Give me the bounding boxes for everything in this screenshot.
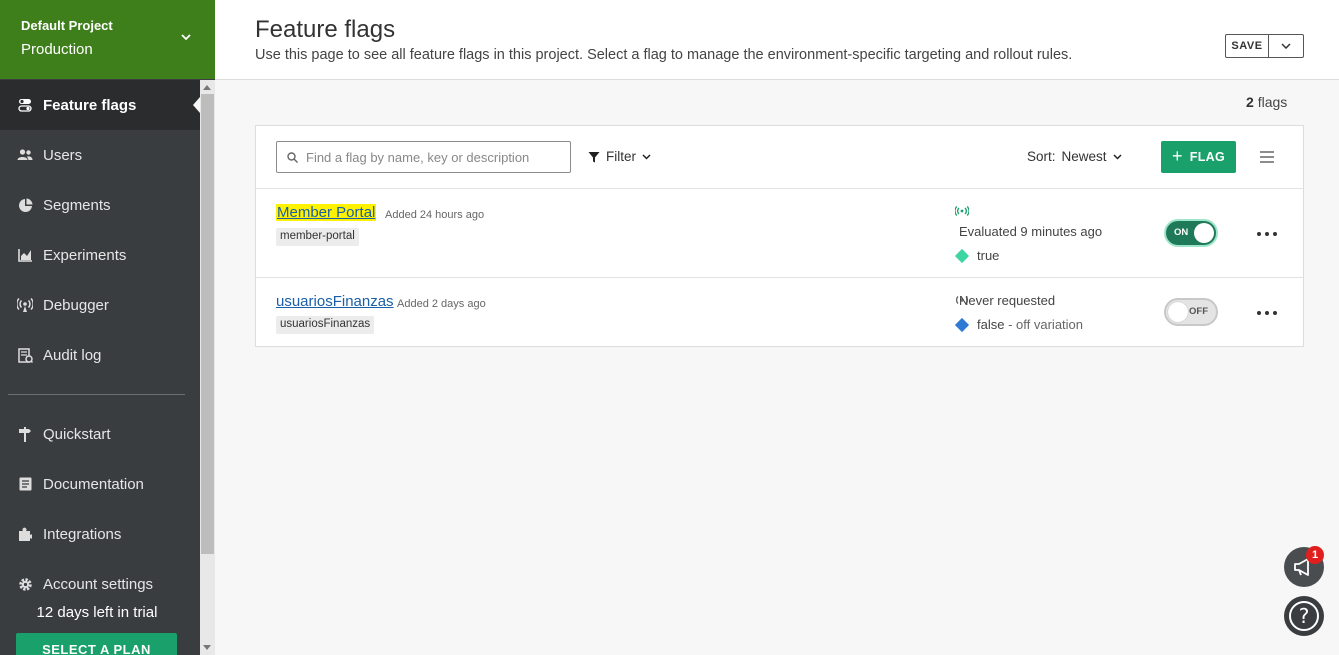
- evaluation-status: Never requested: [959, 293, 1056, 308]
- flag-added-time: Added 2 days ago: [397, 298, 486, 310]
- trial-status: 12 days left in trial: [36, 604, 158, 621]
- users-icon: [17, 147, 33, 163]
- add-flag-label: FLAG: [1189, 150, 1226, 164]
- chevron-down-icon: [1113, 153, 1122, 160]
- notification-badge: 1: [1306, 546, 1324, 564]
- filter-icon: [588, 151, 600, 162]
- signpost-icon: [17, 426, 33, 442]
- flag-name-link[interactable]: Member Portal: [276, 204, 377, 221]
- sidebar-item-debugger[interactable]: Debugger: [0, 280, 200, 330]
- search-input[interactable]: [306, 149, 566, 165]
- flag-key: member-portal: [276, 228, 359, 246]
- flag-variation: false - off variation: [954, 317, 1084, 332]
- audit-log-icon: [17, 347, 33, 363]
- sidebar-divider: [8, 394, 185, 395]
- flag-count: 2 flags: [1246, 94, 1287, 110]
- more-options-icon[interactable]: [1257, 306, 1277, 320]
- save-options-button[interactable]: [1269, 35, 1303, 57]
- page-description: Use this page to see all feature flags i…: [255, 47, 1073, 63]
- scroll-up-arrow-icon[interactable]: [203, 85, 211, 90]
- broadcast-icon: [17, 297, 33, 313]
- sidebar-item-audit-log[interactable]: Audit log: [0, 330, 200, 380]
- sort-dropdown[interactable]: Sort: Newest: [1027, 149, 1122, 164]
- sidebar-item-users[interactable]: Users: [0, 130, 200, 180]
- flag-toggle[interactable]: ON: [1164, 219, 1218, 247]
- sidebar-item-label: Experiments: [43, 246, 127, 264]
- sidebar-item-label: Account settings: [43, 575, 154, 593]
- scroll-thumb[interactable]: [201, 94, 214, 554]
- variation-note: - off variation: [1008, 317, 1084, 332]
- evaluation-status: Evaluated 9 minutes ago: [959, 224, 1103, 239]
- pie-chart-icon: [17, 197, 33, 213]
- flag-row[interactable]: Member Portal Added 24 hours ago member-…: [256, 189, 1303, 278]
- flag-count-label: flags: [1257, 94, 1288, 110]
- plus-icon: +: [1171, 145, 1183, 166]
- sidebar-item-label: Feature flags: [43, 96, 137, 114]
- flag-count-number: 2: [1246, 94, 1254, 110]
- select-plan-button[interactable]: SELECT A PLAN: [16, 633, 177, 655]
- project-switcher[interactable]: Default Project Production: [0, 0, 215, 79]
- sidebar-item-label: Audit log: [43, 346, 102, 364]
- hamburger-menu-icon[interactable]: [1260, 151, 1274, 163]
- gear-icon: [17, 576, 33, 592]
- sidebar-item-experiments[interactable]: Experiments: [0, 230, 200, 280]
- search-icon: [287, 151, 298, 163]
- save-button-group: SAVE: [1225, 34, 1304, 58]
- sidebar-scrollbar[interactable]: [200, 80, 215, 655]
- search-field[interactable]: [276, 141, 571, 173]
- help-button[interactable]: ?: [1284, 596, 1324, 636]
- sidebar-item-label: Segments: [43, 196, 111, 214]
- more-options-icon[interactable]: [1257, 227, 1277, 241]
- flags-toolbar: Filter Sort: Newest + FLAG: [256, 126, 1303, 189]
- sidebar-item-label: Quickstart: [43, 425, 111, 443]
- scroll-down-arrow-icon[interactable]: [203, 645, 211, 650]
- document-icon: [17, 476, 33, 492]
- variation-value: true: [977, 248, 1000, 263]
- sidebar-item-label: Debugger: [43, 296, 109, 314]
- sidebar-nav: Feature flags Users Segments Experiments…: [0, 80, 200, 609]
- flag-toggle[interactable]: OFF: [1164, 298, 1218, 326]
- save-button[interactable]: SAVE: [1226, 35, 1269, 57]
- flag-row[interactable]: usuariosFinanzas Added 2 days ago usuari…: [256, 278, 1303, 346]
- page-title: Feature flags: [255, 16, 396, 43]
- chevron-down-icon: [642, 153, 651, 160]
- variation-diamond-icon: [954, 317, 970, 332]
- sidebar-item-label: Users: [43, 146, 83, 164]
- bar-chart-icon: [17, 247, 33, 263]
- flag-variation: true: [954, 248, 1000, 263]
- sidebar-item-documentation[interactable]: Documentation: [0, 459, 200, 509]
- flags-panel: Filter Sort: Newest + FLAG Member Portal…: [255, 125, 1304, 347]
- filter-label: Filter: [606, 149, 636, 164]
- sidebar-item-label: Documentation: [43, 475, 144, 493]
- toggle-knob: [1168, 302, 1188, 322]
- filter-button[interactable]: Filter: [588, 149, 651, 164]
- page-header: Feature flags Use this page to see all f…: [215, 0, 1339, 80]
- sort-label: Sort:: [1027, 149, 1056, 164]
- flag-added-time: Added 24 hours ago: [385, 209, 485, 221]
- sidebar-item-quickstart[interactable]: Quickstart: [0, 409, 200, 459]
- chevron-down-icon: [1281, 43, 1291, 49]
- sidebar: Default Project Production Feature flags…: [0, 0, 215, 655]
- flag-name-link[interactable]: usuariosFinanzas: [276, 293, 394, 310]
- sidebar-item-segments[interactable]: Segments: [0, 180, 200, 230]
- sidebar-item-account-settings[interactable]: Account settings: [0, 559, 200, 609]
- toggle-label: ON: [1174, 227, 1189, 238]
- flag-key: usuariosFinanzas: [276, 316, 375, 334]
- chevron-down-icon: [181, 34, 191, 41]
- toggle-knob: [1194, 223, 1214, 243]
- sidebar-item-label: Integrations: [43, 525, 122, 543]
- add-flag-button[interactable]: + FLAG: [1161, 141, 1236, 173]
- puzzle-icon: [17, 526, 33, 542]
- sort-value: Newest: [1061, 149, 1107, 164]
- variation-value: false: [977, 317, 1005, 332]
- toggle-icon: [17, 97, 33, 113]
- variation-diamond-icon: [954, 248, 970, 263]
- sidebar-item-feature-flags[interactable]: Feature flags: [0, 80, 200, 130]
- broadcast-icon: [954, 206, 970, 219]
- toggle-label: OFF: [1189, 306, 1208, 317]
- sidebar-item-integrations[interactable]: Integrations: [0, 509, 200, 559]
- question-mark-icon: ?: [1289, 601, 1319, 631]
